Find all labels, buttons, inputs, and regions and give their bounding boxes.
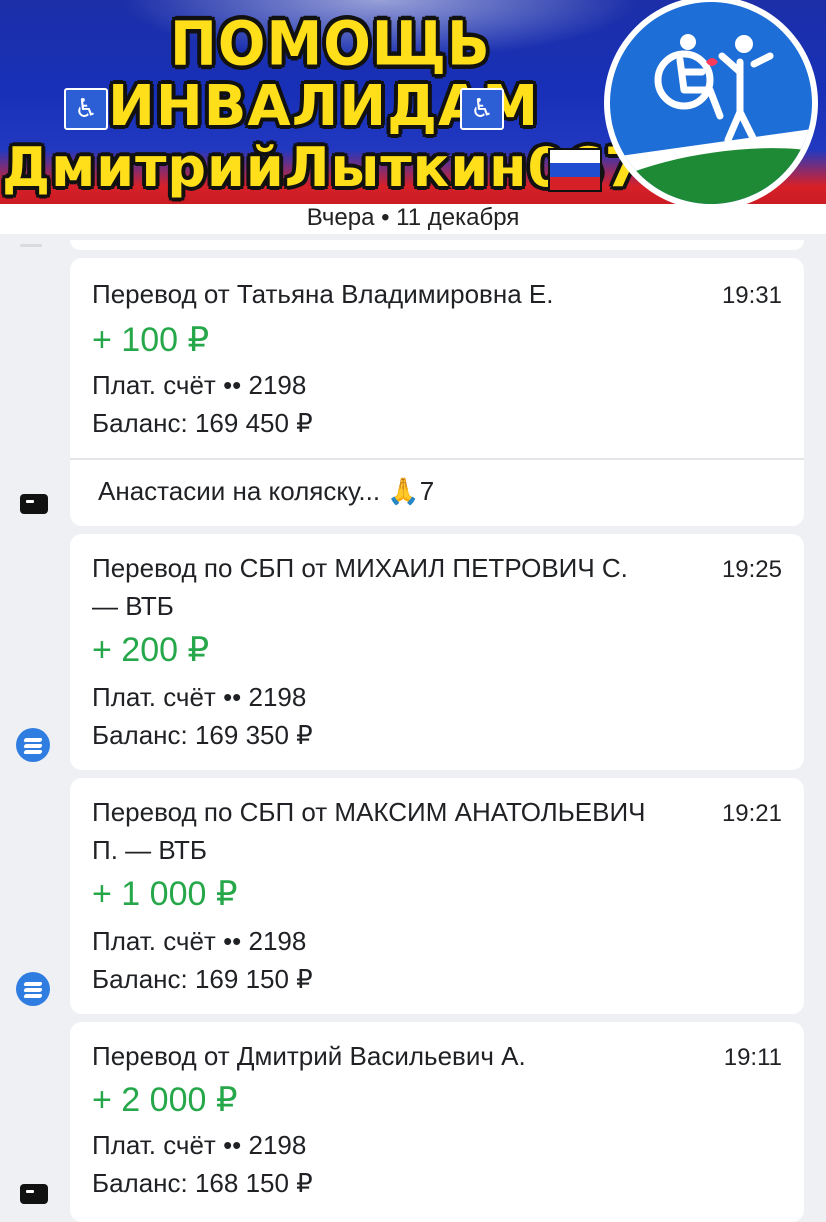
transaction-title: Перевод от Татьяна Владимировна Е. bbox=[92, 279, 554, 309]
divider bbox=[20, 244, 42, 247]
wheelchair-icon: ♿ bbox=[64, 88, 108, 130]
transaction-title-line2: — ВТБ bbox=[92, 591, 174, 621]
transaction-title: Перевод по СБП от МАКСИМ АНАТОЛЬЕВИЧ bbox=[92, 797, 646, 827]
caregiver-wheelchair-icon bbox=[654, 34, 774, 144]
transaction-account: Плат. счёт •• 2198 bbox=[92, 370, 307, 400]
transaction-card[interactable]: Перевод от Дмитрий Васильевич А. 19:11 +… bbox=[70, 1022, 804, 1222]
transaction-card[interactable]: Перевод от Татьяна Владимировна Е. 19:31… bbox=[70, 258, 804, 458]
transaction-amount: + 100 ₽ bbox=[92, 321, 210, 359]
transaction-time: 19:25 bbox=[721, 556, 782, 583]
transaction-balance: Баланс: 169 150 ₽ bbox=[92, 964, 313, 994]
transaction-account: Плат. счёт •• 2198 bbox=[92, 1130, 307, 1160]
vtb-bank-icon bbox=[16, 728, 50, 762]
transaction-time: 19:11 bbox=[723, 1044, 782, 1071]
transaction-card[interactable]: Перевод по СБП от МИХАИЛ ПЕТРОВИЧ С. 19:… bbox=[70, 534, 804, 770]
pray-hands-icon: 🙏 bbox=[387, 476, 420, 506]
promo-banner: ПОМОЩЬ ♿ ИНВАЛИДАМ ♿ ДмитрийЛыткин067 bbox=[0, 0, 826, 204]
transaction-amount: + 1 000 ₽ bbox=[92, 875, 238, 913]
card-icon bbox=[20, 494, 48, 514]
vtb-bank-icon bbox=[16, 972, 50, 1006]
charity-logo bbox=[604, 0, 818, 204]
card-icon bbox=[20, 1184, 48, 1204]
russian-flag-icon bbox=[548, 148, 602, 192]
transaction-account: Плат. счёт •• 2198 bbox=[92, 682, 307, 712]
transaction-balance: Баланс: 168 150 ₽ bbox=[92, 1168, 313, 1198]
transaction-card[interactable]: Перевод по СБП от МАКСИМ АНАТОЛЬЕВИЧ 19:… bbox=[70, 778, 804, 1014]
transaction-balance: Баланс: 169 450 ₽ bbox=[92, 408, 313, 438]
previous-card-edge bbox=[70, 240, 804, 250]
date-header: Вчера • 11 декабря bbox=[0, 204, 826, 234]
transaction-amount: + 200 ₽ bbox=[92, 631, 210, 669]
transaction-time: 19:31 bbox=[721, 282, 782, 309]
wheelchair-icon: ♿ bbox=[460, 88, 504, 130]
transaction-amount: + 2 000 ₽ bbox=[92, 1081, 238, 1119]
transaction-balance: Баланс: 169 350 ₽ bbox=[92, 720, 313, 750]
transaction-comment-card[interactable]: Анастасии на коляску... 🙏7 bbox=[70, 460, 804, 526]
transaction-account: Плат. счёт •• 2198 bbox=[92, 926, 307, 956]
transaction-title: Перевод по СБП от МИХАИЛ ПЕТРОВИЧ С. bbox=[92, 553, 628, 583]
transaction-comment: Анастасии на коляску... 🙏7 bbox=[98, 476, 435, 506]
transaction-title-line2: П. — ВТБ bbox=[92, 835, 207, 865]
banner-title-line1: ПОМОЩЬ bbox=[170, 9, 491, 80]
transaction-time: 19:21 bbox=[721, 800, 782, 827]
transaction-title: Перевод от Дмитрий Васильевич А. bbox=[92, 1041, 526, 1071]
